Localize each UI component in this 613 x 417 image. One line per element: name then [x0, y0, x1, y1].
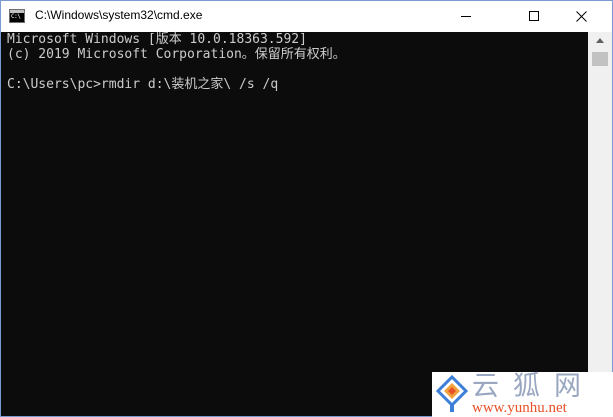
console-output[interactable]: Microsoft Windows [版本 10.0.18363.592] (c… — [1, 32, 588, 416]
console-line-command: C:\Users\pc>rmdir d:\装机之家\ /s /q — [7, 77, 279, 92]
close-icon — [576, 11, 587, 22]
scroll-up-icon — [596, 38, 604, 43]
maximize-icon — [529, 11, 539, 21]
site-watermark: 云狐网 www.yunhu.net — [432, 372, 613, 417]
maximize-button[interactable] — [512, 1, 558, 32]
cmd-icon-text: C:\ — [11, 13, 21, 20]
console-line-version: Microsoft Windows [版本 10.0.18363.592] — [7, 32, 307, 47]
minimize-icon — [461, 16, 471, 17]
minimize-button[interactable] — [444, 1, 490, 32]
cmd-window: C:\ C:\Windows\system32\cmd.exe Microsof… — [0, 0, 613, 417]
watermark-url: www.yunhu.net — [472, 400, 567, 416]
vertical-scrollbar[interactable] — [588, 32, 612, 416]
window-title: C:\Windows\system32\cmd.exe — [35, 8, 203, 22]
watermark-brand: 云狐网 — [472, 371, 595, 402]
scroll-up-button[interactable] — [588, 32, 612, 49]
console-line-copyright: (c) 2019 Microsoft Corporation。保留所有权利。 — [7, 47, 346, 62]
scroll-thumb[interactable] — [592, 52, 608, 66]
cmd-app-icon[interactable]: C:\ — [9, 9, 25, 23]
yunhu-logo-icon — [436, 375, 468, 412]
title-bar[interactable]: C:\ C:\Windows\system32\cmd.exe — [1, 1, 612, 32]
close-button[interactable] — [559, 1, 605, 32]
